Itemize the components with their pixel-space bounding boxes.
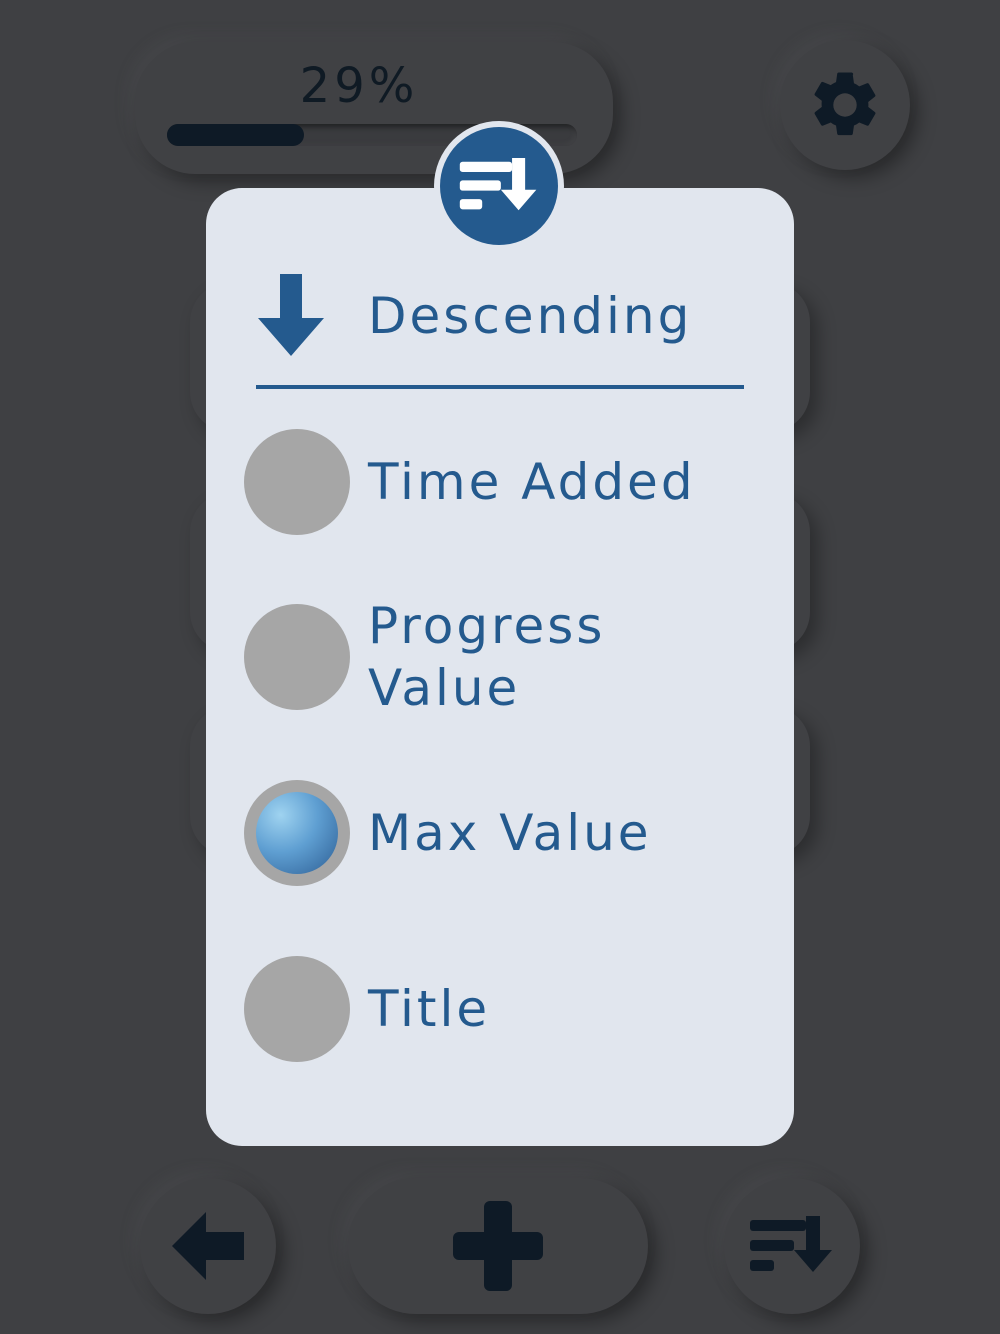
option-label: Progress Value [368, 597, 606, 717]
radio-button[interactable] [244, 429, 350, 535]
sort-option-time-added[interactable]: Time Added [244, 429, 764, 535]
sort-descending-icon [459, 158, 537, 211]
plus-icon [453, 1201, 543, 1291]
progress-bar-fill [167, 124, 304, 146]
option-label: Title [368, 980, 491, 1038]
sort-order-toggle[interactable]: Descending [256, 272, 746, 360]
option-label: Time Added [368, 453, 696, 511]
sort-popup-badge [434, 121, 564, 251]
sort-popup: Descending Time Added Progress Value Max… [206, 188, 794, 1146]
sort-button[interactable] [724, 1178, 860, 1314]
sort-option-max-value[interactable]: Max Value [244, 780, 764, 886]
add-button[interactable] [348, 1178, 648, 1314]
progress-percent: 29% [299, 58, 419, 114]
sort-order-label: Descending [368, 287, 693, 345]
sort-descending-icon [750, 1216, 832, 1272]
divider [256, 385, 744, 389]
gear-icon [814, 72, 876, 136]
radio-button[interactable] [244, 604, 350, 710]
radio-button[interactable] [244, 956, 350, 1062]
radio-selected-dot [256, 792, 338, 874]
back-button[interactable] [140, 1178, 276, 1314]
sort-badge-circle [440, 127, 558, 245]
sort-option-progress-value[interactable]: Progress Value [244, 597, 764, 717]
sort-option-title[interactable]: Title [244, 956, 764, 1062]
arrow-down-icon [258, 274, 324, 356]
settings-button[interactable] [780, 40, 910, 170]
arrow-left-icon [172, 1212, 244, 1280]
radio-button-selected[interactable] [244, 780, 350, 886]
option-label: Max Value [368, 804, 652, 862]
